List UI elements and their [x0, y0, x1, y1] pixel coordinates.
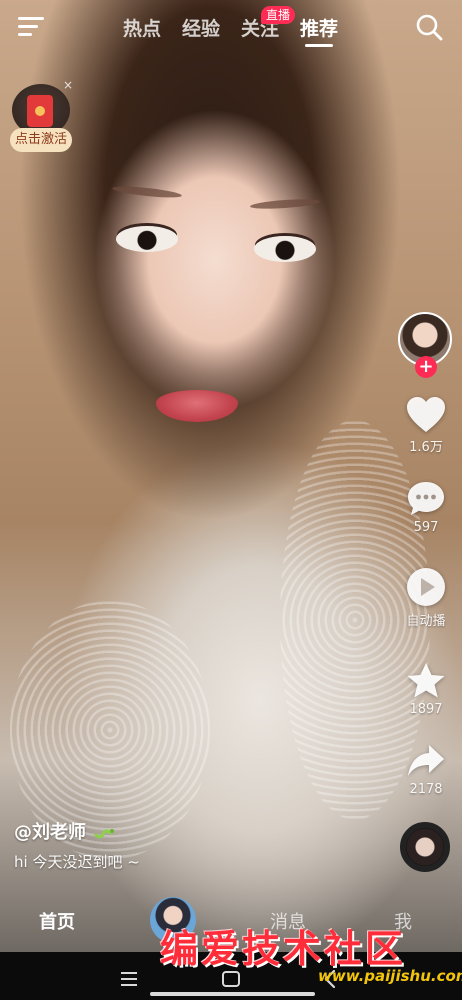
share-count: 2178 — [409, 782, 443, 797]
left-eye — [116, 226, 178, 252]
tab-experience[interactable]: 经验 — [182, 14, 220, 41]
right-eyebrow — [249, 197, 321, 211]
play-icon — [407, 568, 445, 606]
post-caption: hi 今天没迟到吧 ~ — [14, 853, 140, 871]
snake-icon — [94, 829, 115, 839]
red-packet-widget[interactable]: 点击激活 — [10, 84, 72, 154]
active-tab-indicator — [305, 44, 333, 47]
comment-button[interactable]: 597 — [396, 480, 456, 535]
close-icon[interactable]: × — [63, 78, 73, 92]
like-count: 1.6万 — [409, 440, 443, 455]
share-icon — [408, 745, 444, 776]
lips — [156, 390, 238, 422]
favorite-count: 1897 — [409, 702, 443, 717]
heart-icon — [407, 397, 445, 432]
search-icon[interactable] — [414, 12, 444, 42]
like-button[interactable]: 1.6万 — [396, 396, 456, 455]
right-eye — [254, 236, 316, 262]
autoplay-button[interactable]: 自动播 — [396, 566, 456, 629]
post-author[interactable]: @刘老师 — [14, 818, 115, 844]
watermark-url: www.paijishu.com — [318, 967, 462, 985]
music-disc[interactable] — [400, 822, 450, 872]
share-button[interactable]: 2178 — [396, 742, 456, 797]
comment-icon — [408, 482, 444, 515]
live-badge: 直播 — [261, 6, 296, 24]
video-feed-screen: 热点 经验 关注 推荐 直播 点击激活 × + 1.6万 597 自动播 189… — [0, 0, 462, 1000]
tab-recommended[interactable]: 推荐 — [300, 14, 338, 41]
left-eyebrow — [111, 184, 183, 200]
watermark-logo-text: 编爱技术社区 — [160, 926, 407, 971]
top-navigation: 热点 经验 关注 推荐 直播 — [0, 0, 462, 54]
autoplay-label: 自动播 — [406, 614, 446, 629]
red-packet-label: 点击激活 — [10, 128, 72, 152]
home-icon[interactable] — [222, 971, 240, 987]
home-indicator[interactable] — [150, 992, 315, 996]
menu-icon[interactable] — [18, 14, 46, 40]
star-icon — [407, 663, 445, 698]
action-column: + 1.6万 597 自动播 1897 2178 — [396, 310, 456, 872]
author-handle: @刘老师 — [14, 822, 86, 843]
red-envelope-icon — [27, 95, 53, 127]
follow-button[interactable]: + — [415, 356, 437, 378]
favorite-button[interactable]: 1897 — [396, 662, 456, 717]
comment-count: 597 — [413, 520, 439, 535]
tab-home[interactable]: 首页 — [39, 908, 75, 934]
recents-icon[interactable] — [121, 972, 137, 986]
tab-hot[interactable]: 热点 — [123, 14, 161, 41]
